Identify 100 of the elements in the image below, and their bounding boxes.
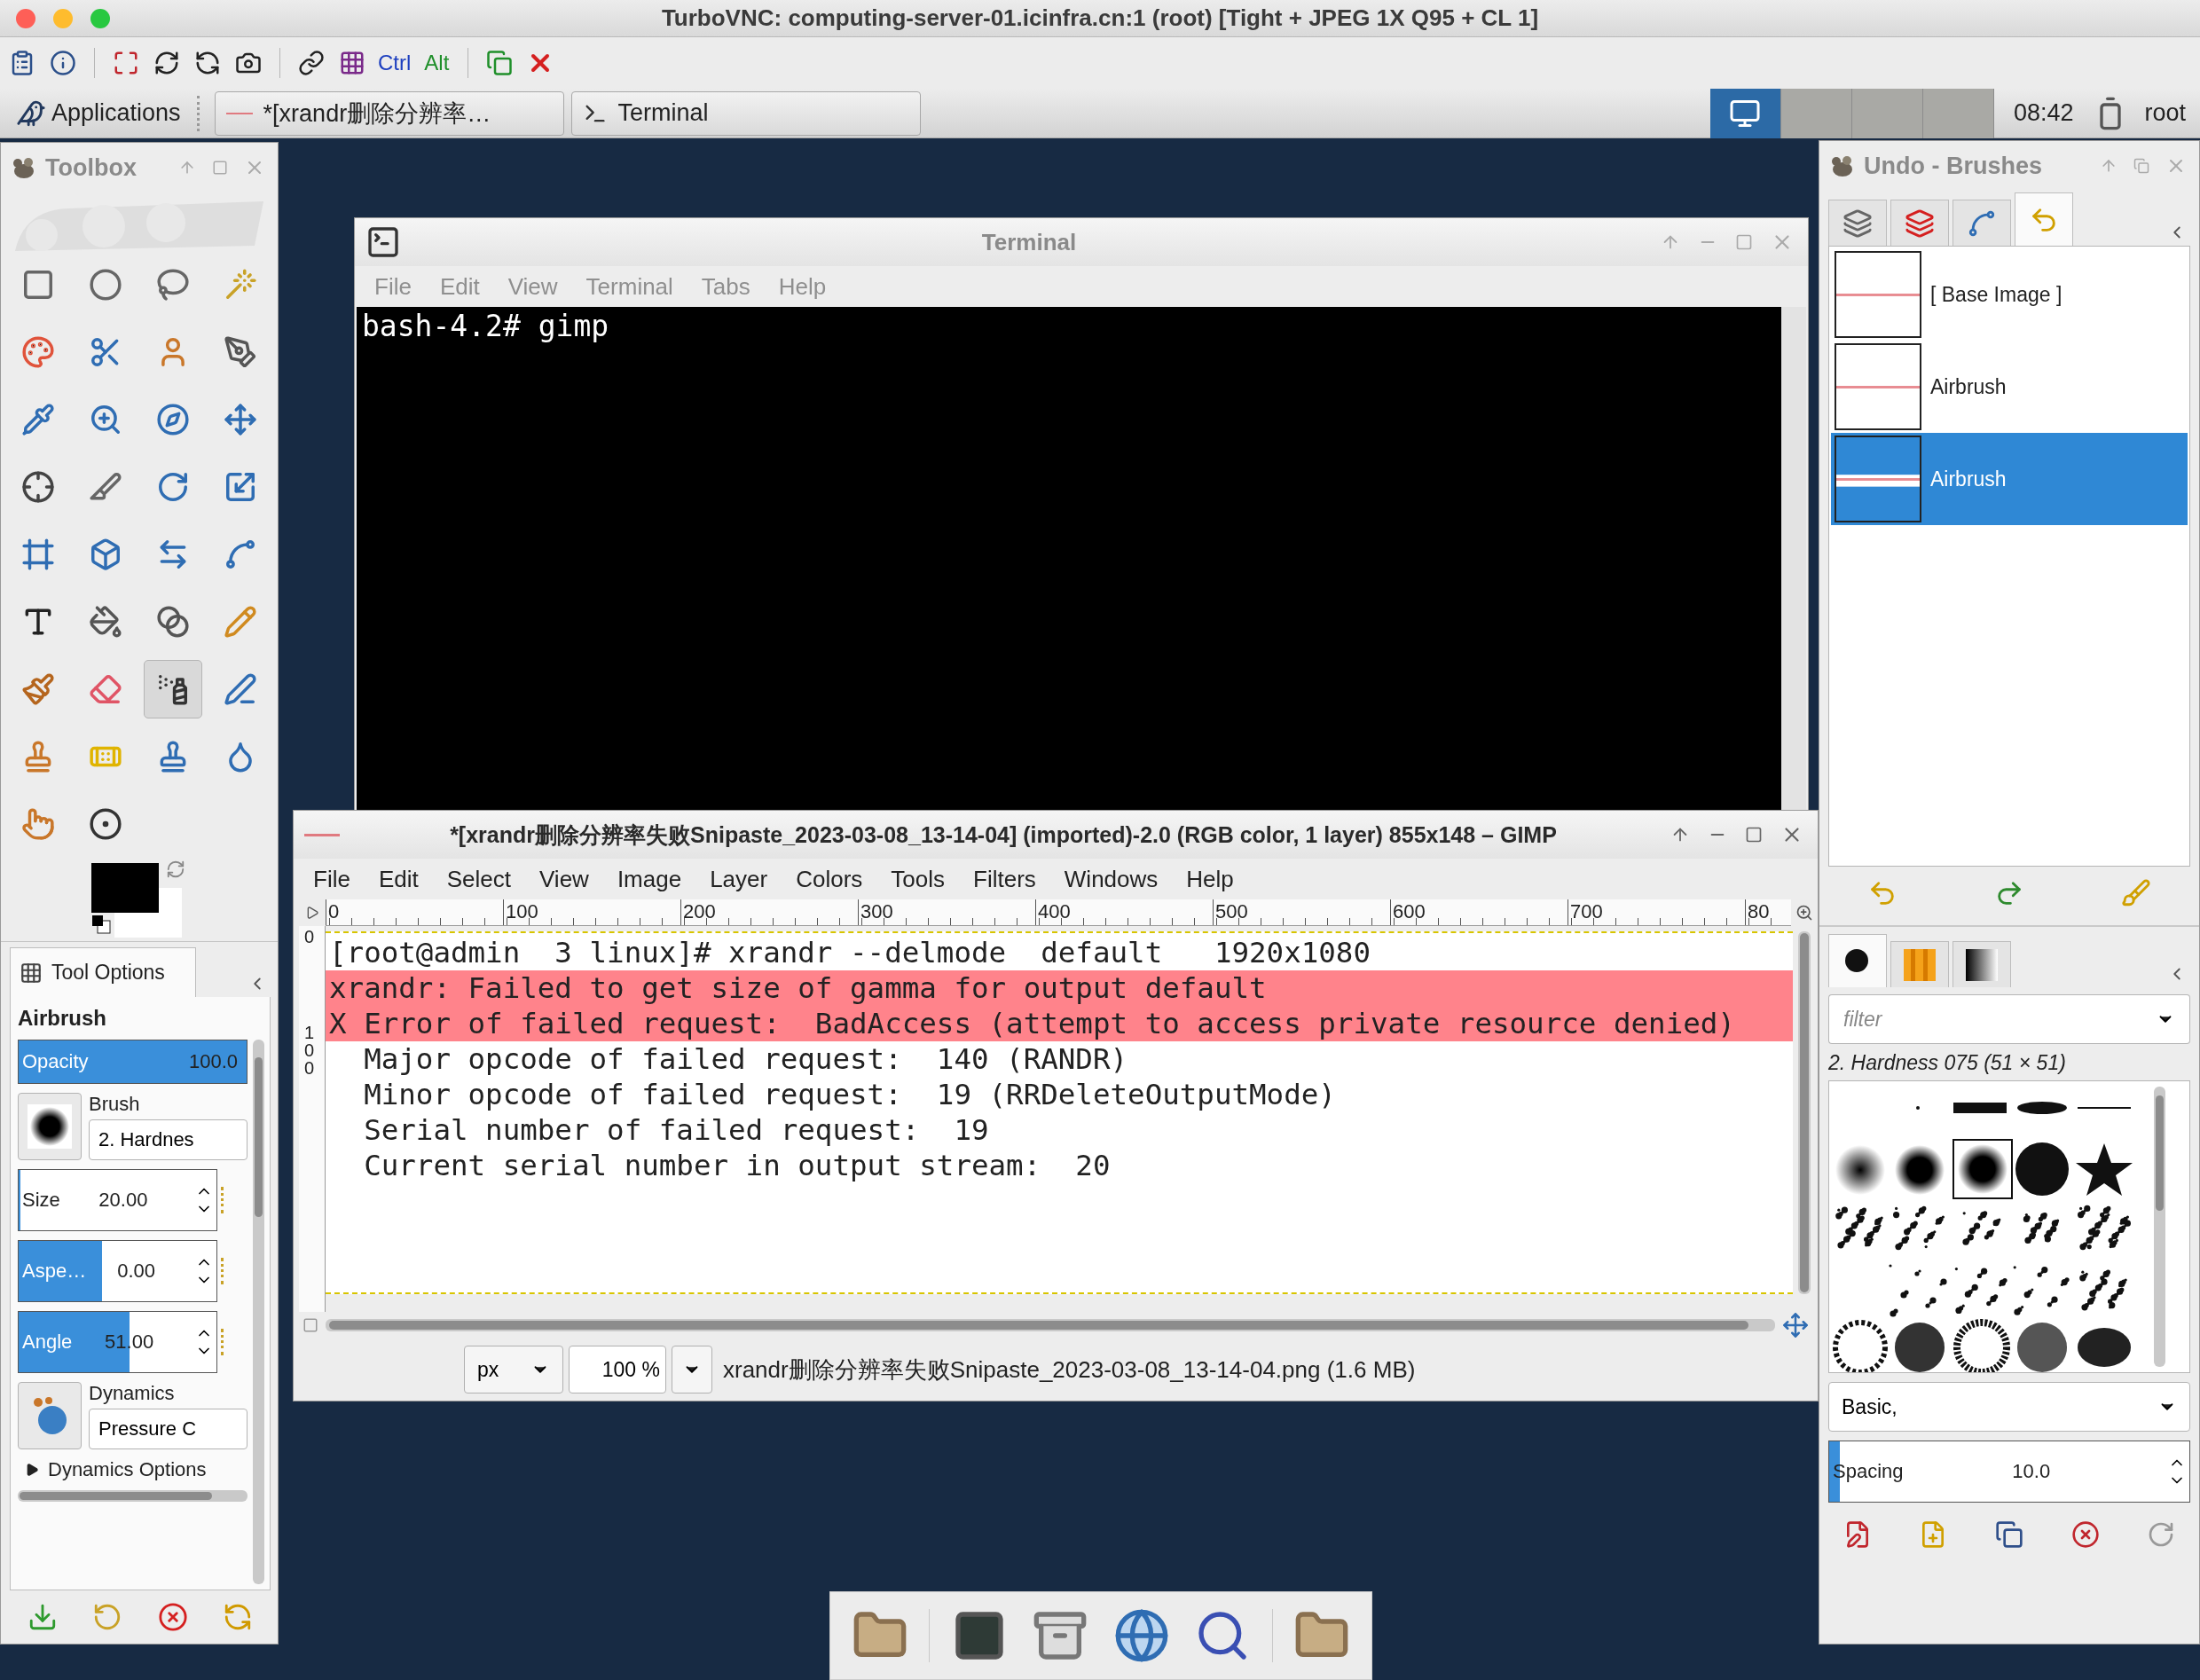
taskbar-button[interactable]: Terminal	[570, 90, 921, 136]
vertical-scrollbar[interactable]	[2154, 1087, 2165, 1367]
clock: 08:42	[2013, 99, 2074, 127]
scale-icon	[224, 470, 257, 504]
crosshair-icon	[21, 470, 55, 504]
rotate-icon	[156, 470, 190, 504]
pipette-icon	[21, 403, 55, 436]
menu-item[interactable]: Image	[604, 861, 695, 897]
field-label: Dynamics	[89, 1382, 176, 1405]
menu-item[interactable]: Windows	[1051, 861, 1171, 897]
image-text-line: Minor opcode of failed request: 19 (RRDeleteOutputMode)	[363, 1077, 1337, 1112]
paintbrush-icon	[21, 672, 55, 706]
fuzzy-dot-icon	[28, 1104, 72, 1149]
background-color-swatch[interactable]	[114, 888, 182, 938]
field-label: Brush	[89, 1093, 141, 1116]
dynamics-preview-button[interactable]	[18, 1382, 82, 1449]
ink-pen-icon	[224, 672, 257, 706]
gradient-icon	[156, 605, 190, 639]
user-name: root	[2144, 99, 2186, 127]
menu-item[interactable]: Edit	[365, 861, 431, 897]
dock-tab[interactable]	[1828, 934, 1887, 987]
wand-icon	[224, 268, 257, 302]
vertical-scrollbar[interactable]	[1798, 931, 1811, 1294]
menu-item[interactable]: Tools	[878, 861, 958, 897]
dynamics-field[interactable]: Pressure C	[89, 1409, 248, 1449]
brush-name: 2. Hardness 075 (51 × 51)	[1827, 1051, 2067, 1075]
image-text-line: Current serial number in output stream: 20	[363, 1148, 1112, 1183]
brush-preview-button[interactable]	[18, 1093, 82, 1160]
horizontal-scrollbar[interactable]	[326, 1319, 1775, 1331]
lasso-icon	[156, 268, 190, 302]
gradient-icon	[1966, 948, 1998, 981]
dock-title: Toolbox	[45, 153, 138, 182]
shear-icon	[21, 538, 55, 571]
ruler-label: 400	[1035, 899, 1213, 925]
default-colors-icon[interactable]	[91, 915, 111, 934]
spin-slider[interactable]: Angle 51.00	[18, 1311, 217, 1373]
applications-menu[interactable]: Applications	[9, 90, 188, 136]
magnifier-icon	[89, 403, 122, 436]
menu-item[interactable]: Select	[434, 861, 523, 897]
image-text-line: Serial number of failed request: 19	[363, 1112, 990, 1148]
move-arrows-icon	[224, 403, 257, 436]
paint-bucket-icon	[89, 605, 122, 639]
tool-name: Airbrush	[18, 1006, 107, 1031]
menu-item[interactable]: Layer	[697, 861, 781, 897]
slider-label: Opacity	[22, 1050, 89, 1073]
menu-item[interactable]: Colors	[783, 861, 876, 897]
slider-label: Size	[22, 1189, 60, 1212]
layers-icon	[1842, 208, 1873, 239]
ruler-label: 200	[680, 899, 858, 925]
unit-dropdown[interactable]: px	[464, 1346, 563, 1393]
slider-value: 0.00	[117, 1260, 155, 1283]
ruler-label: 300	[858, 899, 1035, 925]
swap-colors-icon[interactable]	[166, 860, 185, 879]
brush-field[interactable]: 2. Hardnes	[89, 1119, 248, 1160]
ruler-label: 600	[1390, 899, 1568, 925]
zoom-dropdown-button[interactable]	[672, 1346, 712, 1393]
window-title: TurboVNC: computing-server-01.icinfra.cn:1 (root) [Tight + JPEG 1X Q95 + CL 1]	[661, 4, 1539, 32]
dock-tab[interactable]	[1952, 941, 2011, 987]
cage-icon	[224, 538, 257, 571]
spin-slider[interactable]: Size 20.00	[18, 1169, 217, 1231]
vertical-scrollbar[interactable]	[253, 1040, 264, 1584]
options-icon	[20, 961, 43, 985]
taskbar-button[interactable]: *[xrandr删除分辨率…	[214, 90, 564, 136]
close-light[interactable]	[16, 8, 35, 28]
workspace-button[interactable]	[1709, 88, 1781, 138]
pencil-icon	[224, 605, 257, 639]
history-item[interactable]: [ Base Image ]	[1831, 248, 2188, 341]
airbrush-icon	[156, 672, 190, 706]
tool-button[interactable]	[144, 660, 202, 718]
ruler-label: 700	[1568, 899, 1745, 925]
ruler-label: 100	[303, 1024, 316, 1077]
finger-icon	[21, 807, 55, 841]
menu-item[interactable]: Filters	[961, 861, 1049, 897]
opacity-slider[interactable]: Opacity 100.0	[18, 1040, 248, 1084]
menu-item[interactable]: View	[527, 861, 601, 897]
dynamics-options-expander[interactable]: Dynamics Options	[18, 1458, 248, 1481]
foreground-color-swatch[interactable]	[91, 863, 159, 913]
pattern-icon	[1904, 948, 1936, 981]
slider-label: Aspe…	[22, 1260, 87, 1283]
slider-value: 51.00	[105, 1331, 154, 1354]
palette-icon	[21, 335, 55, 369]
zoom-field[interactable]: 100 %	[569, 1346, 666, 1393]
menu-item[interactable]: File	[301, 861, 363, 897]
terminal-icon	[365, 224, 401, 260]
dock-title: Undo - Brushes	[1864, 152, 2043, 180]
spin-slider[interactable]: Aspe… 0.00	[18, 1240, 217, 1302]
preset-dropdown[interactable]: Basic,	[1828, 1382, 2190, 1432]
menu-item[interactable]: Help	[1174, 861, 1246, 897]
dashed-square-icon	[21, 268, 55, 302]
alt-key-button[interactable]: Alt	[420, 45, 454, 81]
slider-value: 20.00	[98, 1189, 148, 1212]
ctrl-key-button[interactable]: Ctrl	[376, 45, 413, 81]
compass-icon	[156, 403, 190, 436]
history-item[interactable]: Airbrush	[1831, 433, 2188, 525]
history-item[interactable]: Airbrush	[1831, 341, 2188, 433]
expander-arrow-icon	[25, 1463, 39, 1477]
horizontal-scrollbar[interactable]	[18, 1490, 248, 1502]
ruler-label: 500	[1213, 899, 1390, 925]
eraser-icon	[89, 672, 122, 706]
tool-options-tab[interactable]: Tool Options	[10, 947, 196, 997]
